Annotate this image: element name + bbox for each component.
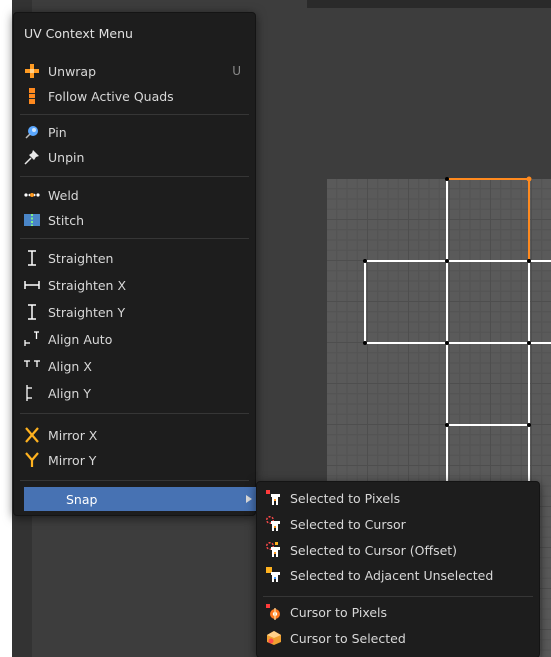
menu-item-cursor-to-selected[interactable]: Cursor to Selected (257, 626, 539, 650)
menu-title: UV Context Menu (24, 26, 133, 41)
menu-separator (20, 238, 249, 239)
menu-separator (20, 480, 249, 481)
menu-item-align-y[interactable]: Align Y (14, 381, 255, 405)
menu-item-selected-to-cursor-offset[interactable]: Selected to Cursor (Offset) (257, 538, 539, 562)
menu-item-snap[interactable]: Snap (24, 487, 258, 511)
snap-selected-to-pixels-icon (266, 490, 282, 506)
uv-vertex (363, 341, 367, 345)
uv-vertex (527, 259, 531, 263)
uv-editor-window: ▾ ⊕ ◨ ↻ ✎ ✋ ∿ ⋰ (0, 0, 551, 657)
uv-vertex (527, 341, 531, 345)
follow-active-quads-icon (24, 88, 40, 104)
menu-item-unpin[interactable]: Unpin (14, 145, 255, 169)
snap-submenu: Selected to Pixels Selected to Cursor Se… (256, 481, 540, 657)
mirror-x-icon (24, 427, 40, 443)
align-y-icon (24, 385, 40, 401)
menu-item-pin[interactable]: Pin (14, 120, 255, 144)
snap-selected-to-adjacent-icon (266, 567, 282, 583)
uv-vertex (445, 259, 449, 263)
straighten-icon (24, 250, 40, 266)
submenu-arrow-icon (246, 495, 252, 503)
snap-selected-to-cursor-offset-icon (266, 542, 282, 558)
menu-item-selected-to-pixels[interactable]: Selected to Pixels (257, 486, 539, 510)
menu-item-align-x[interactable]: Align X (14, 354, 255, 378)
menu-item-stitch[interactable]: Stitch (14, 208, 255, 232)
unpin-icon (24, 149, 40, 165)
stitch-icon (24, 212, 40, 228)
align-auto-icon (24, 331, 40, 347)
cursor-to-pixels-icon (266, 604, 282, 620)
uv-vertex (445, 423, 449, 427)
uv-vertex (363, 259, 367, 263)
uv-vertex (445, 177, 449, 181)
menu-item-cursor-to-pixels[interactable]: Cursor to Pixels (257, 600, 539, 624)
menu-item-follow-active-quads[interactable]: Follow Active Quads (14, 84, 255, 108)
shortcut-label: U (232, 64, 241, 78)
menu-item-selected-to-cursor[interactable]: Selected to Cursor (257, 512, 539, 536)
menu-item-unwrap[interactable]: Unwrap U (14, 59, 255, 83)
uv-vertex (527, 423, 531, 427)
weld-icon (24, 187, 40, 203)
pin-icon (24, 124, 40, 140)
menu-separator (20, 114, 249, 115)
menu-item-mirror-y[interactable]: Mirror Y (14, 448, 255, 472)
straighten-y-icon (24, 304, 40, 320)
uv-vertex (445, 341, 449, 345)
menu-item-selected-to-adjacent-unselected[interactable]: Selected to Adjacent Unselected (257, 563, 539, 587)
menu-separator (263, 596, 533, 597)
align-x-icon (24, 358, 40, 374)
menu-item-straighten-x[interactable]: Straighten X (14, 273, 255, 297)
menu-item-align-auto[interactable]: Align Auto (14, 327, 255, 351)
unwrap-icon (24, 63, 40, 79)
menu-item-weld[interactable]: Weld (14, 183, 255, 207)
mirror-y-icon (24, 452, 40, 468)
menu-item-straighten[interactable]: Straighten (14, 246, 255, 270)
menu-separator (20, 413, 249, 414)
menu-separator (20, 176, 249, 177)
uv-vertex-selected (526, 176, 532, 182)
uv-context-menu: UV Context Menu Unwrap U Follow Active Q… (13, 12, 258, 516)
cursor-to-selected-icon (266, 630, 282, 646)
menu-item-mirror-x[interactable]: Mirror X (14, 423, 255, 447)
straighten-x-icon (24, 277, 40, 293)
snap-selected-to-cursor-icon (266, 516, 282, 532)
menu-item-straighten-y[interactable]: Straighten Y (14, 300, 255, 324)
